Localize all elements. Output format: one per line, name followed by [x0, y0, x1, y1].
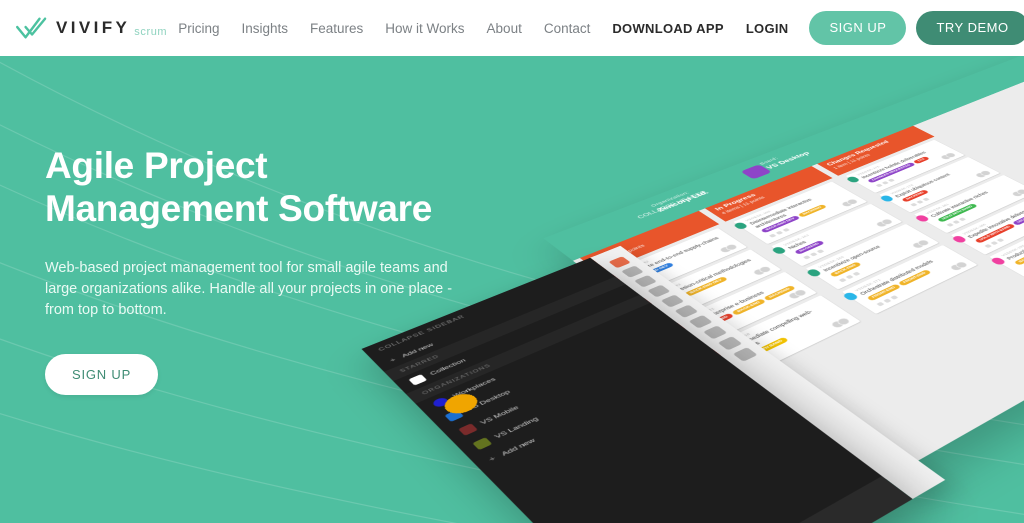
- page-title: Agile Project Management Software: [45, 145, 432, 229]
- card-marker-icon: [841, 291, 860, 302]
- attachment-icon: [881, 180, 889, 185]
- attachment-icon: [990, 240, 998, 245]
- card-assignees: [751, 265, 774, 277]
- comment-icon: [768, 233, 777, 238]
- checklist-icon: [816, 249, 825, 254]
- board-color-icon: [472, 437, 493, 451]
- card-title: Orchestrate distributed models: [858, 259, 935, 296]
- card-marker-icon: [989, 256, 1007, 266]
- hero-section: Organization: Zencorp Ltd. Board: VS Des…: [0, 56, 1024, 523]
- card-label-pill[interactable]: BACK-END DEV: [684, 276, 729, 297]
- robot-icon[interactable]: [717, 336, 743, 351]
- avatar: [835, 316, 853, 327]
- avatar: [953, 260, 970, 270]
- double-check-icon: [14, 15, 52, 41]
- card-marker-icon: [732, 221, 749, 230]
- hero-signup-button[interactable]: SIGN UP: [45, 354, 159, 395]
- avatar: [757, 265, 774, 274]
- sidebar-user[interactable]: Luke Stephens: [628, 476, 913, 523]
- checklist-icon: [958, 217, 966, 222]
- card-key: VSDESK-151: [685, 276, 786, 321]
- header-try-demo-button[interactable]: TRY DEMO: [916, 11, 1024, 45]
- nav-link-about[interactable]: About: [487, 21, 522, 36]
- card-marker-icon: [770, 246, 788, 255]
- card-marker-icon: [878, 194, 895, 203]
- attachment-icon: [952, 219, 960, 224]
- card-title: Seize mission-critical methodologies: [655, 257, 753, 301]
- attachment-icon: [882, 298, 892, 303]
- checklist-icon: [852, 271, 861, 276]
- card-assignees: [938, 151, 958, 161]
- card-marker-icon: [845, 175, 861, 184]
- checklist-icon: [996, 238, 1005, 243]
- card-label-pill[interactable]: BACK-END: [829, 261, 862, 278]
- avatar: [786, 291, 803, 301]
- hero-copy: Agile Project Management Software Web-ba…: [45, 144, 475, 395]
- card-assignees: [829, 316, 853, 330]
- nav-link-contact[interactable]: Contact: [544, 21, 591, 36]
- nav-link-download-app[interactable]: DOWNLOAD APP: [612, 21, 723, 36]
- nav-link-pricing[interactable]: Pricing: [178, 21, 219, 36]
- comment-icon: [838, 277, 847, 283]
- avatar: [948, 263, 965, 272]
- card-labels: FRONT-END FRONT-END: [866, 256, 959, 302]
- card-assignees: [948, 260, 970, 272]
- card-label-pill[interactable]: BACK-END: [731, 298, 767, 316]
- checklist-icon: [922, 197, 930, 202]
- avatar: [751, 267, 768, 277]
- brand-logo[interactable]: VIVIFY scrum: [14, 15, 167, 41]
- comment-icon: [875, 183, 883, 188]
- board-color-icon: [458, 423, 478, 436]
- attachment-icon: [809, 252, 818, 257]
- brand-subtext: scrum: [134, 25, 168, 38]
- hero-subtitle: Web-based project management tool for sm…: [45, 260, 453, 318]
- scissors-icon[interactable]: [732, 347, 758, 362]
- brand-wordmark: VIVIFY: [56, 18, 131, 37]
- main-navigation: Pricing Insights Features How it Works A…: [167, 11, 1024, 45]
- nav-link-how-it-works[interactable]: How it Works: [385, 21, 464, 36]
- card-footer: [874, 260, 970, 308]
- nav-link-login[interactable]: LOGIN: [746, 21, 789, 36]
- card-label-pill[interactable]: FRONT-END: [897, 269, 932, 287]
- attachment-icon: [775, 230, 784, 235]
- card-marker-icon: [950, 234, 968, 244]
- comment-icon: [946, 222, 954, 227]
- avatar: [829, 319, 847, 330]
- card-key: VSDESK-143: [652, 254, 752, 297]
- header-signup-button[interactable]: SIGN UP: [809, 11, 907, 45]
- comment-icon: [802, 255, 811, 260]
- card-assignees: [973, 169, 993, 179]
- comment-icon: [875, 301, 885, 307]
- comment-icon: [983, 243, 992, 248]
- plus-icon: +: [486, 454, 499, 464]
- card-footer: [669, 265, 774, 312]
- checklist-icon: [782, 227, 790, 232]
- board-name: Board: VS Desktop: [758, 150, 812, 171]
- attachment-icon: [916, 200, 924, 204]
- card-assignees: [786, 288, 809, 301]
- card-label-pill[interactable]: FRONT-END: [866, 283, 902, 302]
- filter-icon[interactable]: [660, 294, 685, 308]
- card-marker-icon: [805, 268, 823, 278]
- avatar: [792, 288, 809, 298]
- site-header: VIVIFY scrum Pricing Insights Features H…: [0, 0, 1024, 56]
- checklist-icon: [889, 295, 899, 300]
- checklist-icon: [887, 178, 895, 182]
- nav-link-features[interactable]: Features: [310, 21, 363, 36]
- card-label-pill[interactable]: BACKEND: [763, 285, 797, 302]
- nav-link-insights[interactable]: Insights: [241, 21, 288, 36]
- attachment-icon: [845, 274, 854, 279]
- card-marker-icon: [914, 214, 931, 223]
- comment-icon: [909, 202, 918, 207]
